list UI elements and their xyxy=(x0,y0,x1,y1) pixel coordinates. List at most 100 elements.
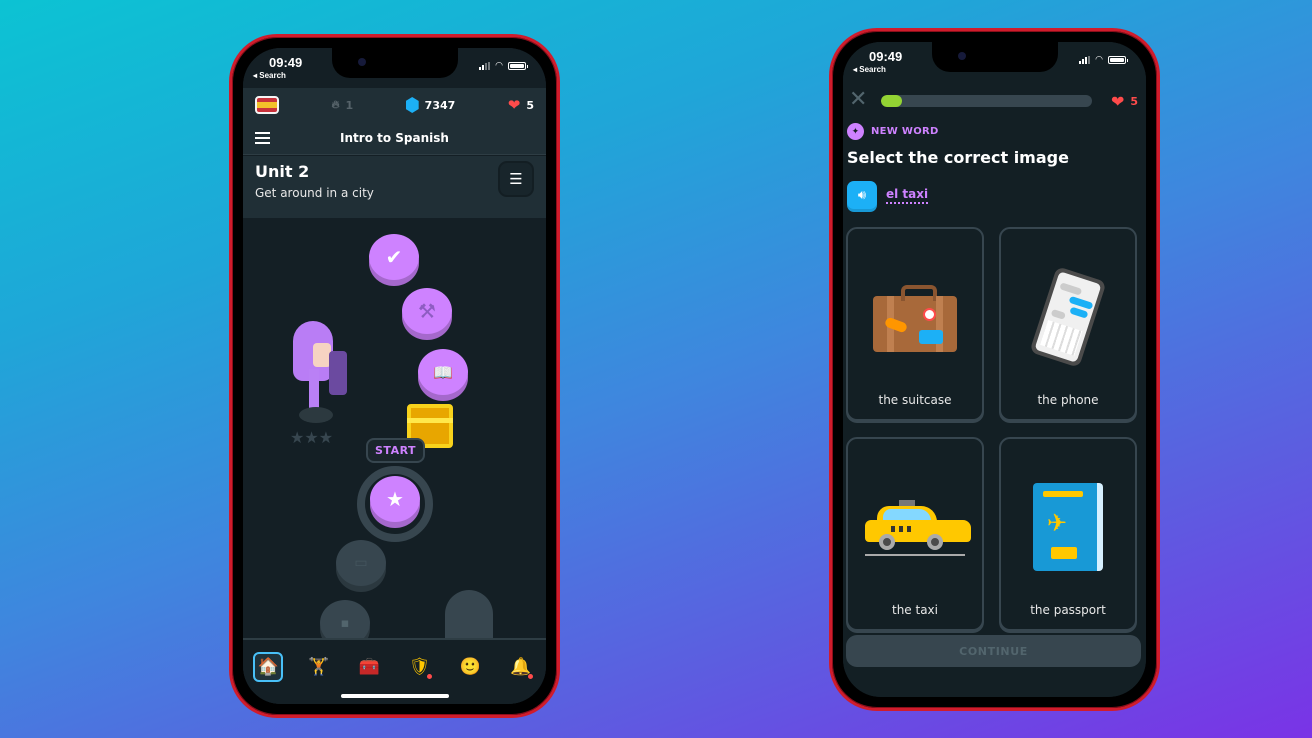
guidebook-button[interactable]: ☰ xyxy=(498,161,534,197)
hearts-counter[interactable]: ❤ 5 xyxy=(508,96,534,114)
lesson-screen: ✕ ❤ 5 ✦ NEW WORD Select the correct imag… xyxy=(843,42,1146,697)
star-icon: ★ xyxy=(386,487,404,511)
phone-left: 09:49 ◂ Search ◠ 🔥︎ 1 7347 ❤ 5 Intro to … xyxy=(229,34,560,718)
choice-passport[interactable]: ✈ the passport xyxy=(999,437,1137,631)
course-title: Intro to Spanish xyxy=(340,131,449,145)
dumbbell-icon: 🏋 xyxy=(308,657,330,677)
phone-right: 09:49 ◂ Search ◠ ✕ ❤ 5 ✦ NEW WORD Select… xyxy=(829,28,1160,711)
wifi-icon: ◠ xyxy=(1095,55,1103,65)
heart-icon: ❤ xyxy=(1110,92,1125,111)
lesson-progress-bar xyxy=(881,95,1092,107)
status-icons: ◠ xyxy=(1079,55,1128,65)
streak-counter[interactable]: 🔥︎ 1 xyxy=(331,98,353,112)
locked-character xyxy=(445,590,493,640)
bottom-nav: 🏠 🏋 🧰 🛡 🙂 🔔 xyxy=(243,638,546,704)
signal-icon xyxy=(1079,56,1091,64)
character-stars: ★★★ xyxy=(290,428,333,447)
nav-chest[interactable]: 🧰 xyxy=(354,652,384,682)
choice-label: the taxi xyxy=(891,603,938,617)
sparkle-icon: ✦ xyxy=(847,123,864,140)
image-choices: the suitcase the phone the taxi ✈ the pa… xyxy=(846,227,1138,631)
book-icon: ▭ xyxy=(354,555,368,571)
hearts-counter[interactable]: ❤ 5 xyxy=(1111,92,1138,111)
speaker-icon: 🔊︎ xyxy=(857,187,867,203)
nav-leagues[interactable]: 🛡 xyxy=(405,652,435,682)
taxi-image xyxy=(865,477,971,577)
gems-value: 7347 xyxy=(424,98,456,112)
speaker-button[interactable]: 🔊︎ xyxy=(847,181,877,209)
prompt-word-row: 🔊︎ el taxi xyxy=(847,181,929,209)
continue-button[interactable]: CONTINUE xyxy=(846,635,1141,667)
unit-card: Unit 2 Get around in a city ☰ xyxy=(243,156,546,218)
question-title: Select the correct image xyxy=(847,148,1069,167)
battery-icon xyxy=(508,62,528,70)
unit-subtitle: Get around in a city xyxy=(255,186,374,200)
home-indicator[interactable] xyxy=(340,694,449,698)
hearts-value: 5 xyxy=(526,98,534,112)
camera xyxy=(957,52,966,60)
character-lily xyxy=(289,321,353,431)
status-time: 09:49 xyxy=(269,55,303,70)
wifi-icon: ◠ xyxy=(495,61,503,71)
hearts-value: 5 xyxy=(1130,95,1138,108)
progress-fill xyxy=(881,95,903,107)
nav-notifications[interactable]: 🔔 xyxy=(506,652,536,682)
choice-label: the passport xyxy=(1030,603,1106,617)
lesson-node-completed[interactable]: ✔ xyxy=(369,234,419,280)
back-to-search-link[interactable]: ◂ Search xyxy=(253,71,286,80)
nav-profile[interactable]: 🙂 xyxy=(455,652,485,682)
home-icon: 🏠 xyxy=(257,657,279,677)
chest-icon: 🧰 xyxy=(358,657,380,677)
suitcase-image xyxy=(865,267,965,367)
status-icons: ◠ xyxy=(479,61,528,71)
star-rating-icon: ★★★ xyxy=(290,428,334,447)
notch xyxy=(931,42,1058,72)
gem-icon xyxy=(405,97,419,113)
battery-icon xyxy=(1108,56,1128,64)
back-to-search-link[interactable]: ◂ Search xyxy=(853,65,886,74)
streak-value: 1 xyxy=(345,98,354,112)
choice-taxi[interactable]: the taxi xyxy=(846,437,984,631)
signal-icon xyxy=(479,62,491,70)
course-header: Intro to Spanish xyxy=(243,122,546,155)
tag-label: NEW WORD xyxy=(871,126,939,137)
spain-flag-icon[interactable] xyxy=(255,96,279,114)
choice-label: the suitcase xyxy=(878,393,952,407)
left-screen: 09:49 ◂ Search ◠ 🔥︎ 1 7347 ❤ 5 Intro to … xyxy=(243,48,546,704)
notification-badge xyxy=(425,673,433,680)
heart-icon: ❤ xyxy=(507,96,521,114)
prompt-word[interactable]: el taxi xyxy=(886,187,929,204)
notification-badge xyxy=(526,673,534,680)
story-node[interactable]: 📖 xyxy=(418,349,468,395)
duolingo-home: 🔥︎ 1 7347 ❤ 5 Intro to Spanish Unit 2 Ge… xyxy=(243,48,546,704)
choice-suitcase[interactable]: the suitcase xyxy=(846,227,984,421)
practice-node[interactable]: ⚒ xyxy=(402,288,452,334)
notch xyxy=(331,48,458,78)
unit-title: Unit 2 xyxy=(255,162,310,181)
check-icon: ✔ xyxy=(385,245,403,269)
phone-image xyxy=(1018,266,1118,368)
choice-phone[interactable]: the phone xyxy=(999,227,1137,421)
stats-bar: 🔥︎ 1 7347 ❤ 5 xyxy=(243,88,546,122)
nav-practice[interactable]: 🏋 xyxy=(304,652,334,682)
choice-label: the phone xyxy=(1037,393,1099,407)
book-icon: 📖 xyxy=(433,362,453,382)
avatar-icon: 🙂 xyxy=(459,657,481,677)
lesson-path: ✔ ⚒ 📖 ★★★ START ★ ▭ ▪ xyxy=(243,218,546,646)
locked-story-node[interactable]: ▭ xyxy=(336,540,386,586)
list-menu-icon[interactable] xyxy=(255,132,270,144)
new-word-tag: ✦ NEW WORD xyxy=(847,123,939,140)
camera xyxy=(357,58,366,66)
lock-icon: ▪ xyxy=(340,615,350,631)
start-lesson-node[interactable]: ★ xyxy=(370,476,420,522)
right-screen: 09:49 ◂ Search ◠ ✕ ❤ 5 ✦ NEW WORD Select… xyxy=(843,42,1146,697)
gems-counter[interactable]: 7347 xyxy=(405,97,456,113)
flame-icon: 🔥︎ xyxy=(331,98,340,111)
dumbbell-icon: ⚒ xyxy=(418,299,436,323)
status-time: 09:49 xyxy=(869,49,903,64)
nav-home[interactable]: 🏠 xyxy=(253,652,284,682)
notebook-icon: ☰ xyxy=(509,170,523,188)
start-tooltip[interactable]: START xyxy=(366,438,426,463)
passport-image: ✈ xyxy=(1018,477,1118,577)
close-icon[interactable]: ✕ xyxy=(849,89,867,111)
